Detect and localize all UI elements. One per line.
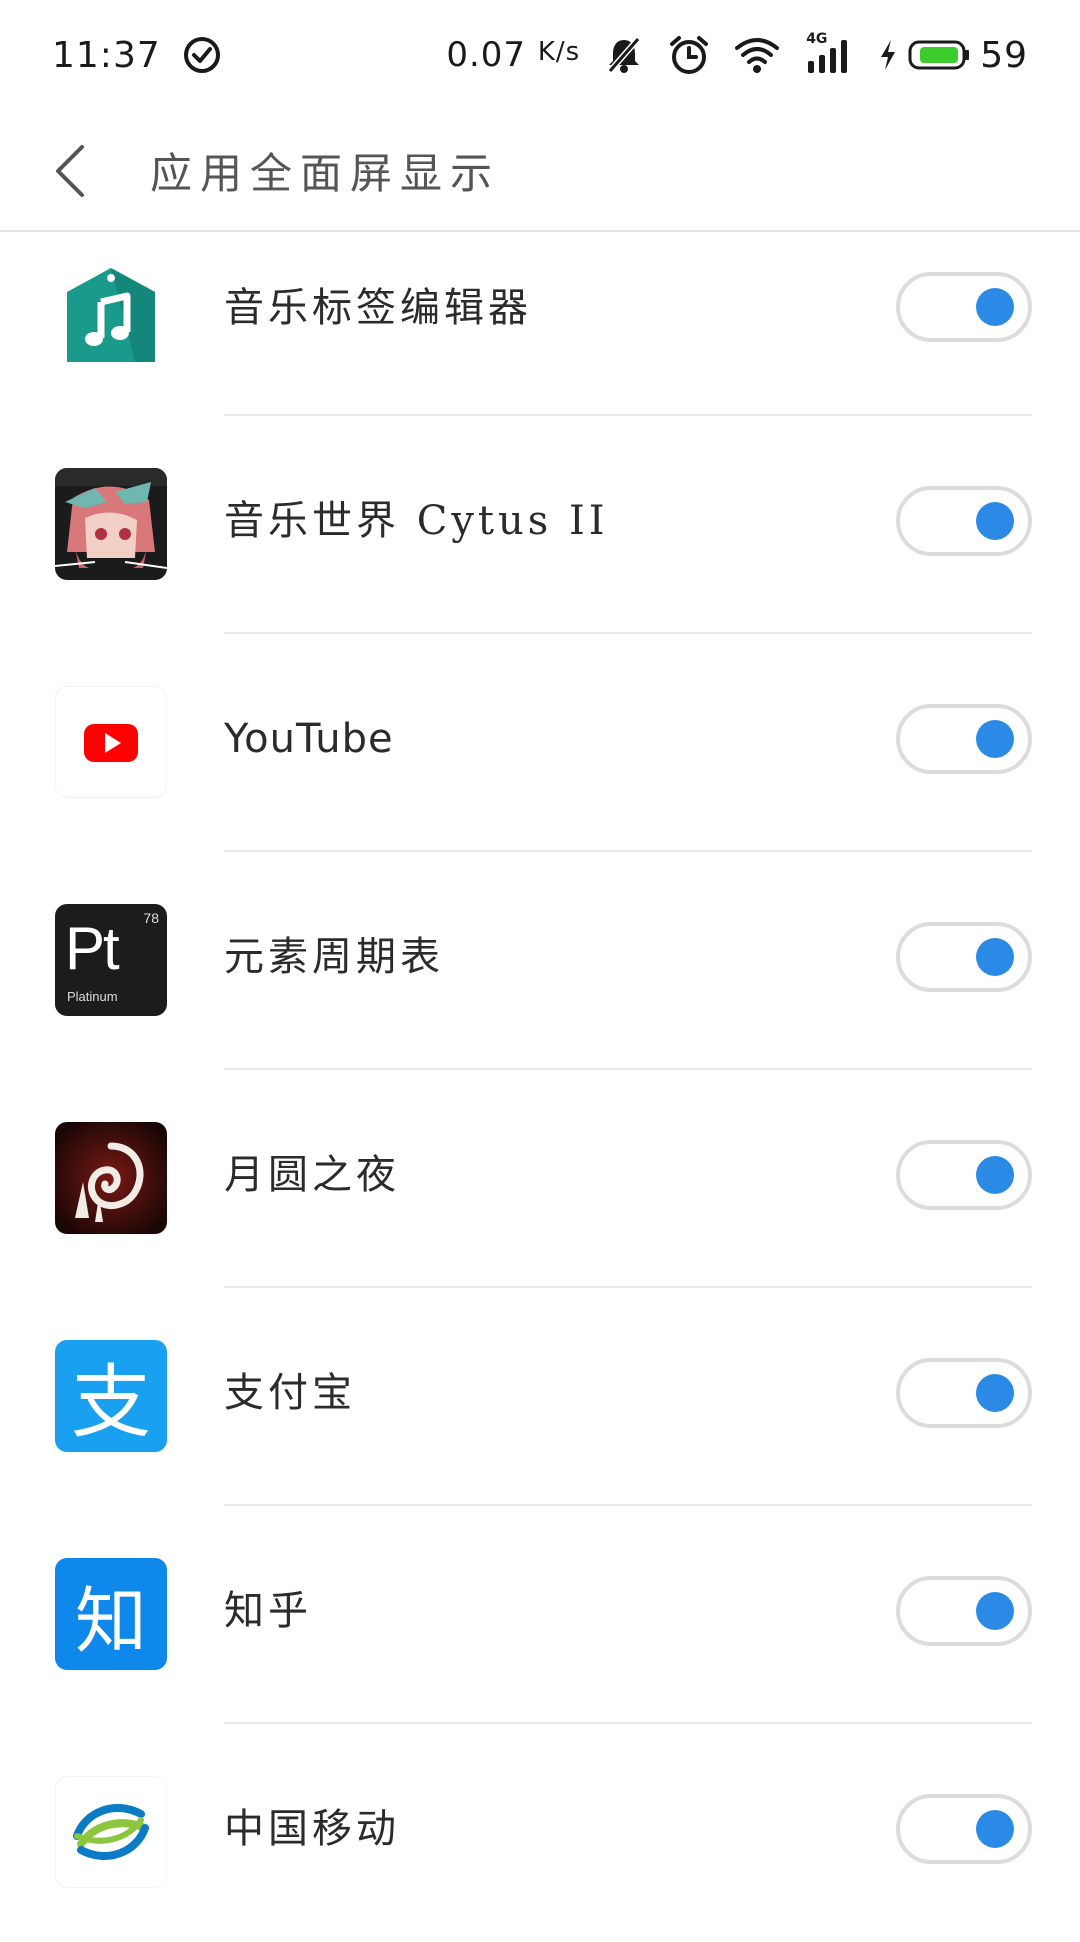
battery-level: 59: [980, 34, 1028, 76]
element-symbol: Pt: [65, 915, 120, 982]
app-list: 音乐标签编辑器 音乐世界 Cytus II YouTube 78 Pt Plat…: [0, 234, 1080, 1942]
app-name: 中国移动: [224, 1806, 400, 1852]
status-right: 0.07 K/s 4G 59: [446, 31, 1028, 76]
china-mobile-app-icon: [55, 1776, 167, 1888]
net-speed-unit: K/s: [537, 37, 581, 67]
network-type-label: 4G: [806, 31, 828, 47]
net-speed-value: 0.07: [446, 35, 527, 75]
fullscreen-toggle[interactable]: [896, 486, 1032, 556]
battery-indicator: 59: [878, 35, 1028, 76]
bell-muted-icon: [604, 35, 644, 75]
toggle-knob: [976, 1810, 1014, 1848]
element-label: Platinum: [67, 989, 118, 1004]
list-item: 支 支付宝: [0, 1288, 1080, 1506]
fullscreen-toggle[interactable]: [896, 1794, 1032, 1864]
list-item: 78 Pt Platinum 元素周期表: [0, 852, 1080, 1070]
app-name: 音乐世界 Cytus II: [224, 498, 609, 544]
list-item: 音乐世界 Cytus II: [0, 416, 1080, 634]
fullscreen-toggle[interactable]: [896, 922, 1032, 992]
list-item: 音乐标签编辑器: [0, 234, 1080, 416]
list-item: YouTube: [0, 634, 1080, 852]
element-number: 78: [143, 910, 159, 926]
toggle-knob: [976, 1374, 1014, 1412]
cytus-app-icon: [55, 468, 167, 580]
list-item: 中国移动: [0, 1724, 1080, 1942]
music-tag-app-icon: [55, 262, 167, 374]
fullscreen-toggle[interactable]: [896, 272, 1032, 342]
chevron-left-icon: [52, 143, 86, 199]
fullscreen-toggle[interactable]: [896, 1576, 1032, 1646]
toggle-knob: [976, 720, 1014, 758]
youtube-app-icon: [55, 686, 167, 798]
cellular-signal-icon: 4G: [804, 31, 854, 75]
page-title: 应用全面屏显示: [150, 149, 501, 198]
moon-night-app-icon: [55, 1122, 167, 1234]
toggle-knob: [976, 502, 1014, 540]
app-name: 元素周期表: [224, 934, 444, 980]
toggle-knob: [976, 288, 1014, 326]
zhihu-glyph: 知: [74, 1578, 147, 1663]
check-circle-icon: [183, 36, 221, 74]
toggle-knob: [976, 1156, 1014, 1194]
periodic-table-app-icon: 78 Pt Platinum: [55, 904, 167, 1016]
fullscreen-toggle[interactable]: [896, 1358, 1032, 1428]
app-name: 音乐标签编辑器: [224, 285, 532, 331]
back-button[interactable]: [44, 136, 94, 206]
toggle-knob: [976, 1592, 1014, 1630]
alipay-glyph: 支: [71, 1356, 151, 1449]
list-item: 知 知乎: [0, 1506, 1080, 1724]
battery-icon: [908, 39, 970, 71]
charging-bolt-icon: [878, 38, 898, 72]
status-bar: 11:37 0.07 K/s 4G 59: [0, 0, 1080, 110]
alarm-icon: [668, 34, 710, 76]
app-name: YouTube: [224, 716, 394, 762]
toggle-knob: [976, 938, 1014, 976]
status-left: 11:37: [52, 35, 221, 76]
list-item: 月圆之夜: [0, 1070, 1080, 1288]
alipay-app-icon: 支: [55, 1340, 167, 1452]
wifi-icon: [734, 36, 780, 74]
app-name: 月圆之夜: [224, 1152, 400, 1198]
net-speed: 0.07 K/s: [446, 35, 580, 75]
fullscreen-toggle[interactable]: [896, 704, 1032, 774]
status-time: 11:37: [52, 34, 161, 76]
header: 应用全面屏显示: [0, 110, 1080, 232]
app-name: 支付宝: [224, 1370, 356, 1416]
zhihu-app-icon: 知: [55, 1558, 167, 1670]
fullscreen-toggle[interactable]: [896, 1140, 1032, 1210]
app-name: 知乎: [224, 1588, 312, 1634]
